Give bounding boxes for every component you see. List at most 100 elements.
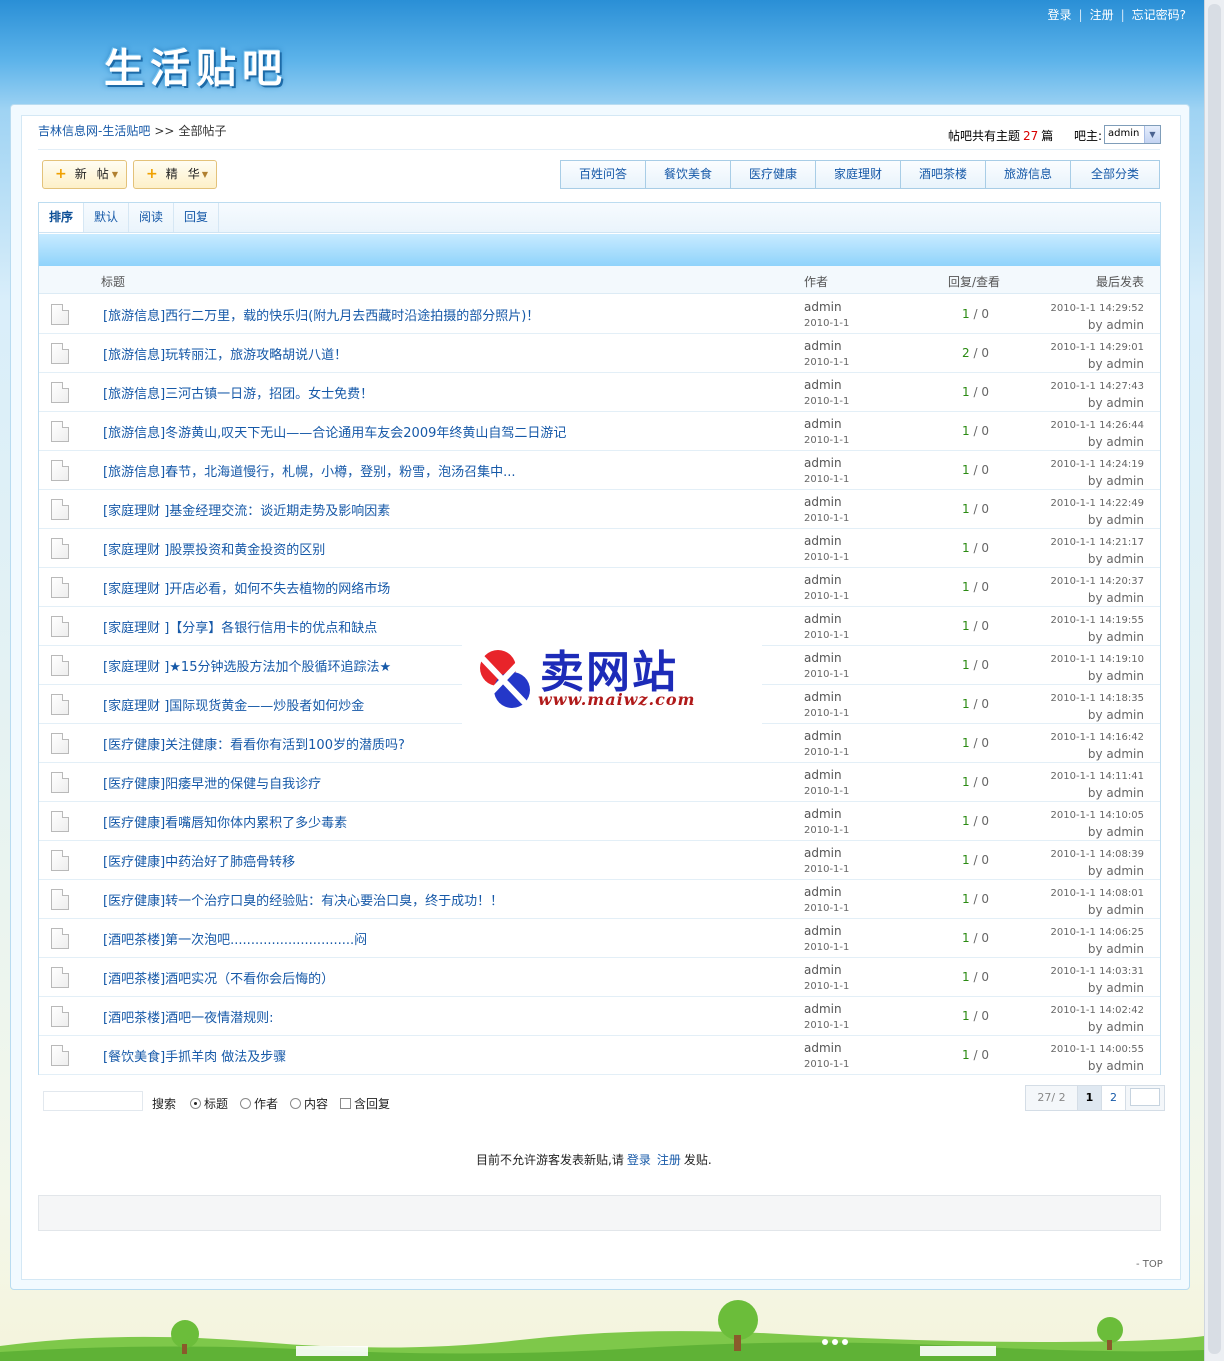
author-name[interactable]: admin — [804, 690, 842, 704]
post-category[interactable]: [旅游信息] — [103, 426, 165, 441]
post-category[interactable]: [医疗健康] — [103, 894, 165, 909]
post-category[interactable]: [旅游信息] — [103, 309, 165, 324]
post-category[interactable]: [家庭理财 ] — [103, 660, 169, 675]
post-title[interactable]: 春节，北海道慢行，札幌，小樽，登别，粉雪，泡汤召集中... — [165, 465, 515, 480]
table-row[interactable]: [旅游信息]西行二万里，载的快乐归(附九月去西藏时沿途拍摄的部分照片)！ admi… — [39, 295, 1160, 334]
post-title-link[interactable]: [医疗健康]阳痿早泄的保健与自我诊疗 — [103, 773, 321, 792]
post-title[interactable]: 关注健康：看看你有活到100岁的潜质吗? — [165, 738, 405, 753]
search-button[interactable]: 搜索 — [152, 1095, 176, 1112]
post-title-link[interactable]: [家庭理财 ]★15分钟选股方法加个股循环追踪法★ — [103, 656, 391, 675]
post-title[interactable]: 玩转丽江，旅游攻略胡说八道！ — [165, 348, 347, 363]
post-category[interactable]: [家庭理财 ] — [103, 621, 169, 636]
bar-master-select[interactable]: admin ▼ — [1104, 125, 1161, 144]
table-row[interactable]: [餐饮美食]手抓羊肉 做法及步骤 admin 2010-1-1 1 / 0 2010-1… — [39, 1036, 1160, 1075]
post-title[interactable]: 中药治好了肺癌骨转移 — [165, 855, 295, 870]
category-tab[interactable]: 餐饮美食 — [646, 161, 731, 188]
post-title-link[interactable]: [家庭理财 ]【分享】各银行信用卡的优点和缺点 — [103, 617, 377, 636]
last-post-author[interactable]: by admin — [1051, 1058, 1144, 1075]
back-to-top-link[interactable]: - TOP — [1136, 1259, 1163, 1270]
author-name[interactable]: admin — [804, 495, 842, 509]
table-row[interactable]: [旅游信息]春节，北海道慢行，札幌，小樽，登别，粉雪，泡汤召集中... admin… — [39, 451, 1160, 490]
post-title[interactable]: 基金经理交流：谈近期走势及影响因素 — [169, 504, 390, 519]
author-name[interactable]: admin — [804, 729, 842, 743]
post-category[interactable]: [旅游信息] — [103, 387, 165, 402]
author-name[interactable]: admin — [804, 963, 842, 977]
author-name[interactable]: admin — [804, 573, 842, 587]
post-title-link[interactable]: [医疗健康]转一个治疗口臭的经验贴：有决心要治口臭，终于成功！！ — [103, 890, 503, 909]
post-title-link[interactable]: [家庭理财 ]基金经理交流：谈近期走势及影响因素 — [103, 500, 390, 519]
category-tab[interactable]: 百姓问答 — [561, 161, 646, 188]
table-row[interactable]: [医疗健康]转一个治疗口臭的经验贴：有决心要治口臭，终于成功！！ admin 201… — [39, 880, 1160, 919]
page-jump-input[interactable] — [1130, 1088, 1160, 1106]
post-title[interactable]: 西行二万里，载的快乐归(附九月去西藏时沿途拍摄的部分照片)！ — [165, 309, 539, 324]
post-title[interactable]: 【分享】各银行信用卡的优点和缺点 — [169, 621, 377, 636]
post-title-link[interactable]: [医疗健康]中药治好了肺癌骨转移 — [103, 851, 295, 870]
new-post-button[interactable]: + 新帖 ▼ — [42, 160, 127, 189]
search-input[interactable] — [43, 1091, 143, 1111]
author-name[interactable]: admin — [804, 924, 842, 938]
guest-login-link[interactable]: 登录 — [627, 1153, 651, 1167]
post-title-link[interactable]: [旅游信息]西行二万里，载的快乐归(附九月去西藏时沿途拍摄的部分照片)！ — [103, 305, 539, 324]
last-post-author[interactable]: by admin — [1051, 1019, 1144, 1036]
page-scrollbar[interactable] — [1204, 0, 1224, 1361]
post-title[interactable]: 转一个治疗口臭的经验贴：有决心要治口臭，终于成功！！ — [165, 894, 503, 909]
author-name[interactable]: admin — [804, 846, 842, 860]
register-link[interactable]: 注册 — [1090, 8, 1114, 22]
table-row[interactable]: [家庭理财 ]股票投资和黄金投资的区别 admin 2010-1-1 1 / 0 201… — [39, 529, 1160, 568]
author-name[interactable]: admin — [804, 768, 842, 782]
table-row[interactable]: [医疗健康]阳痿早泄的保健与自我诊疗 admin 2010-1-1 1 / 0 2010… — [39, 763, 1160, 802]
table-row[interactable]: [旅游信息]三河古镇一日游，招团。女士免费！ admin 2010-1-1 1 / 0… — [39, 373, 1160, 412]
last-post-author[interactable]: by admin — [1051, 629, 1144, 646]
post-category[interactable]: [医疗健康] — [103, 816, 165, 831]
author-name[interactable]: admin — [804, 651, 842, 665]
author-name[interactable]: admin — [804, 612, 842, 626]
author-name[interactable]: admin — [804, 1002, 842, 1016]
category-tab[interactable]: 医疗健康 — [731, 161, 816, 188]
last-post-author[interactable]: by admin — [1051, 707, 1144, 724]
post-category[interactable]: [医疗健康] — [103, 855, 165, 870]
last-post-author[interactable]: by admin — [1051, 473, 1144, 490]
login-link[interactable]: 登录 — [1048, 8, 1072, 22]
forgot-password-link[interactable]: 忘记密码? — [1132, 8, 1186, 22]
table-row[interactable]: [家庭理财 ]基金经理交流：谈近期走势及影响因素 admin 2010-1-1 1 /… — [39, 490, 1160, 529]
post-title-link[interactable]: [医疗健康]关注健康：看看你有活到100岁的潜质吗? — [103, 734, 405, 753]
breadcrumb-home[interactable]: 吉林信息网-生活贴吧 — [38, 124, 150, 138]
table-row[interactable]: [医疗健康]中药治好了肺癌骨转移 admin 2010-1-1 1 / 0 2010-1… — [39, 841, 1160, 880]
last-post-author[interactable]: by admin — [1051, 980, 1144, 997]
last-post-author[interactable]: by admin — [1051, 356, 1144, 373]
last-post-author[interactable]: by admin — [1051, 902, 1144, 919]
post-title-link[interactable]: [旅游信息]三河古镇一日游，招团。女士免费！ — [103, 383, 373, 402]
post-title-link[interactable]: [家庭理财 ]开店必看，如何不失去植物的网络市场 — [103, 578, 390, 597]
last-post-author[interactable]: by admin — [1051, 746, 1144, 763]
table-row[interactable]: [酒吧茶楼]酒吧实况（不看你会后悔的） admin 2010-1-1 1 / 0 201… — [39, 958, 1160, 997]
category-tab[interactable]: 酒吧茶楼 — [901, 161, 986, 188]
guest-register-link[interactable]: 注册 — [657, 1153, 681, 1167]
table-row[interactable]: [旅游信息]冬游黄山,叹天下无山——合论通用车友会2009年终黄山自驾二日游记 a… — [39, 412, 1160, 451]
post-title[interactable]: 冬游黄山,叹天下无山——合论通用车友会2009年终黄山自驾二日游记 — [165, 426, 566, 441]
table-row[interactable]: [家庭理财 ]开店必看，如何不失去植物的网络市场 admin 2010-1-1 1 /… — [39, 568, 1160, 607]
page-link[interactable]: 2 — [1102, 1086, 1126, 1110]
radio-icon[interactable] — [290, 1098, 301, 1109]
post-title[interactable]: 阳痿早泄的保健与自我诊疗 — [165, 777, 321, 792]
post-title-link[interactable]: [酒吧茶楼]第一次泡吧.............................… — [103, 929, 367, 948]
post-title-link[interactable]: [旅游信息]春节，北海道慢行，札幌，小樽，登别，粉雪，泡汤召集中... — [103, 461, 516, 480]
post-category[interactable]: [医疗健康] — [103, 777, 165, 792]
search-option-content[interactable]: 内容 — [290, 1095, 328, 1112]
post-title-link[interactable]: [医疗健康]看嘴唇知你体内累积了多少毒素 — [103, 812, 347, 831]
post-category[interactable]: [酒吧茶楼] — [103, 1011, 165, 1026]
table-row[interactable]: [酒吧茶楼]酒吧一夜情潜规则: admin 2010-1-1 1 / 0 2010-1-… — [39, 997, 1160, 1036]
post-title[interactable]: 股票投资和黄金投资的区别 — [169, 543, 325, 558]
search-option-title[interactable]: 标题 — [190, 1095, 228, 1112]
post-category[interactable]: [餐饮美食] — [103, 1050, 165, 1065]
post-title[interactable]: 看嘴唇知你体内累积了多少毒素 — [165, 816, 347, 831]
post-category[interactable]: [酒吧茶楼] — [103, 972, 165, 987]
chevron-down-icon[interactable]: ▼ — [1144, 126, 1160, 143]
author-name[interactable]: admin — [804, 378, 842, 392]
table-row[interactable]: [旅游信息]玩转丽江，旅游攻略胡说八道！ admin 2010-1-1 2 / 0 20… — [39, 334, 1160, 373]
post-title[interactable]: 酒吧一夜情潜规则: — [165, 1011, 273, 1026]
table-row[interactable]: [酒吧茶楼]第一次泡吧.............................… — [39, 919, 1160, 958]
table-row[interactable]: [医疗健康]关注健康：看看你有活到100岁的潜质吗? admin 2010-1-1 1… — [39, 724, 1160, 763]
post-title-link[interactable]: [餐饮美食]手抓羊肉 做法及步骤 — [103, 1046, 286, 1065]
last-post-author[interactable]: by admin — [1051, 512, 1144, 529]
checkbox-icon[interactable] — [340, 1098, 351, 1109]
